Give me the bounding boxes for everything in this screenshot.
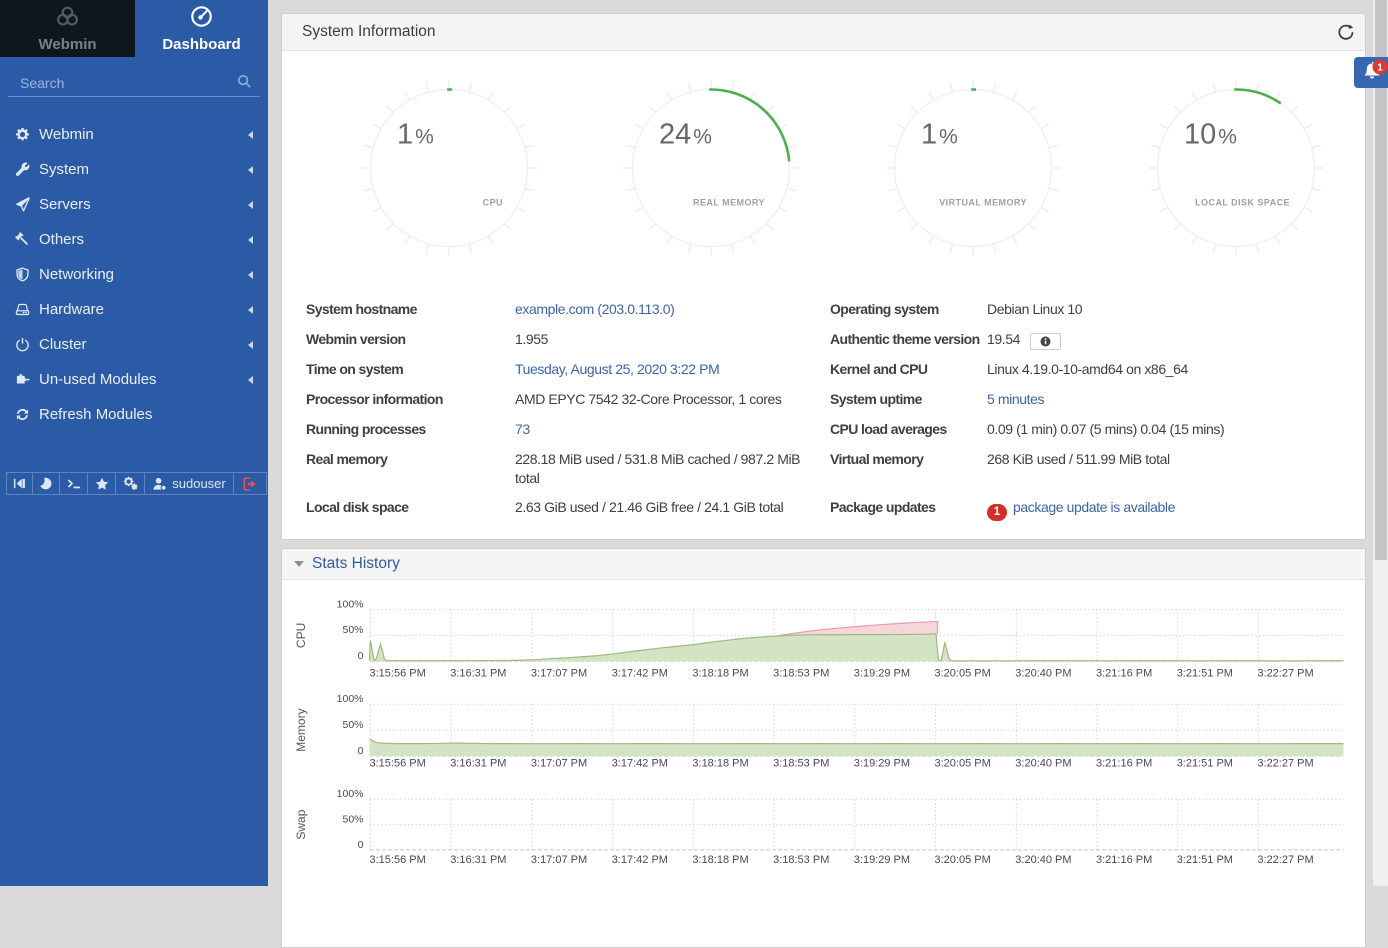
svg-text:3:18:53 PM: 3:18:53 PM: [773, 668, 829, 680]
svg-text:0: 0: [358, 745, 364, 757]
svg-text:3:17:42 PM: 3:17:42 PM: [612, 854, 668, 866]
svg-text:3:17:07 PM: 3:17:07 PM: [531, 758, 587, 770]
svg-text:100%: 100%: [337, 788, 364, 800]
svg-text:3:22:27 PM: 3:22:27 PM: [1257, 758, 1313, 770]
svg-text:3:17:42 PM: 3:17:42 PM: [612, 668, 668, 680]
svg-text:LOCAL DISK SPACE: LOCAL DISK SPACE: [1195, 198, 1290, 208]
svg-text:3:19:29 PM: 3:19:29 PM: [854, 758, 910, 770]
svg-text:1: 1: [1377, 63, 1383, 74]
svg-text:VIRTUAL MEMORY: VIRTUAL MEMORY: [939, 198, 1027, 208]
svg-text:3:18:18 PM: 3:18:18 PM: [692, 668, 748, 680]
svg-text:50%: 50%: [342, 624, 363, 636]
svg-text:3:20:05 PM: 3:20:05 PM: [935, 854, 991, 866]
svg-text:3:19:29 PM: 3:19:29 PM: [854, 668, 910, 680]
svg-text:Swap: Swap: [294, 809, 308, 839]
svg-text:3:21:51 PM: 3:21:51 PM: [1177, 758, 1233, 770]
svg-text:3:20:05 PM: 3:20:05 PM: [935, 758, 991, 770]
svg-text:Memory: Memory: [294, 708, 308, 751]
svg-text:3:17:42 PM: 3:17:42 PM: [612, 758, 668, 770]
svg-text:0: 0: [358, 839, 364, 851]
svg-text:3:22:27 PM: 3:22:27 PM: [1257, 854, 1313, 866]
svg-text:3:15:56 PM: 3:15:56 PM: [370, 668, 426, 680]
svg-text:3:20:40 PM: 3:20:40 PM: [1015, 854, 1071, 866]
svg-text:3:20:05 PM: 3:20:05 PM: [935, 668, 991, 680]
svg-text:50%: 50%: [342, 719, 363, 731]
svg-text:3:21:51 PM: 3:21:51 PM: [1177, 854, 1233, 866]
svg-text:3:19:29 PM: 3:19:29 PM: [854, 854, 910, 866]
svg-text:3:20:40 PM: 3:20:40 PM: [1015, 758, 1071, 770]
svg-text:3:20:40 PM: 3:20:40 PM: [1015, 668, 1071, 680]
svg-text:0: 0: [358, 650, 364, 662]
svg-text:3:21:16 PM: 3:21:16 PM: [1096, 758, 1152, 770]
svg-text:3:15:56 PM: 3:15:56 PM: [370, 758, 426, 770]
svg-text:50%: 50%: [342, 814, 363, 826]
svg-text:3:15:56 PM: 3:15:56 PM: [370, 854, 426, 866]
svg-text:3:21:16 PM: 3:21:16 PM: [1096, 854, 1152, 866]
svg-text:3:17:07 PM: 3:17:07 PM: [531, 668, 587, 680]
svg-text:3:16:31 PM: 3:16:31 PM: [450, 854, 506, 866]
svg-text:3:16:31 PM: 3:16:31 PM: [450, 758, 506, 770]
svg-text:CPU: CPU: [483, 198, 503, 208]
svg-text:100%: 100%: [337, 598, 364, 610]
svg-text:3:18:53 PM: 3:18:53 PM: [773, 758, 829, 770]
svg-text:REAL MEMORY: REAL MEMORY: [693, 198, 765, 208]
svg-text:3:18:53 PM: 3:18:53 PM: [773, 854, 829, 866]
svg-text:3:21:16 PM: 3:21:16 PM: [1096, 668, 1152, 680]
svg-text:3:18:18 PM: 3:18:18 PM: [692, 854, 748, 866]
svg-text:3:18:18 PM: 3:18:18 PM: [692, 758, 748, 770]
svg-text:100%: 100%: [337, 693, 364, 705]
svg-text:3:21:51 PM: 3:21:51 PM: [1177, 668, 1233, 680]
svg-text:CPU: CPU: [294, 623, 308, 648]
svg-text:3:17:07 PM: 3:17:07 PM: [531, 854, 587, 866]
svg-text:3:22:27 PM: 3:22:27 PM: [1257, 668, 1313, 680]
svg-text:3:16:31 PM: 3:16:31 PM: [450, 668, 506, 680]
